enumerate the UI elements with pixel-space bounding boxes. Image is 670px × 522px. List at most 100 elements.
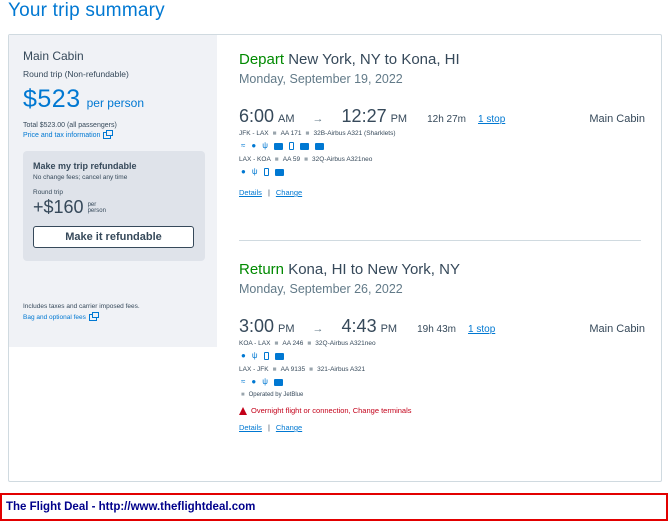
leg-aircraft: 32Q-Airbus A321neo xyxy=(312,156,373,163)
leg-info: JFK - LAX ■ AA 171 ■ 32B-Airbus A321 (Sharkl… xyxy=(239,130,649,137)
link-separator: | xyxy=(267,423,270,432)
depart-time: 6:00 xyxy=(239,106,275,126)
wifi-icon: ≈ xyxy=(241,377,246,386)
bullet-icon: ■ xyxy=(274,156,279,163)
depart-verb: Depart xyxy=(239,51,285,68)
sidebar-footer: Includes taxes and carrier imposed fees.… xyxy=(23,303,140,321)
depart-ampm: AM xyxy=(278,113,295,125)
entertainment-icon xyxy=(273,378,283,386)
amenities: ≈ ● ψ xyxy=(241,378,649,386)
operated-by: ■ Operated by JetBlue xyxy=(239,392,649,398)
price-tax-info-link[interactable]: Price and tax information xyxy=(23,130,203,139)
stops-link[interactable]: 1 stop xyxy=(478,114,505,125)
leg-flight: AA 9135 xyxy=(280,366,306,373)
power-outlet-icon: ● xyxy=(241,351,246,360)
total-price: $523 xyxy=(23,85,81,113)
refund-title: Make my trip refundable xyxy=(33,161,137,171)
leg-route: LAX - JFK xyxy=(239,366,269,373)
price-tax-info-label[interactable]: Price and tax information xyxy=(23,132,100,139)
details-link[interactable]: Details xyxy=(239,423,262,432)
bag-fees-label[interactable]: Bag and optional fees xyxy=(23,314,86,321)
usb-icon: ψ xyxy=(251,167,258,176)
arrow-right-icon: → xyxy=(312,323,324,335)
arrive-time: 4:43 xyxy=(341,316,377,336)
leg-route: KOA - LAX xyxy=(239,340,271,347)
amenities: ● ψ xyxy=(241,168,649,176)
make-refundable-button[interactable]: Make it refundable xyxy=(33,226,194,248)
return-times: 3:00 PM → 4:43 PM 19h 43m 1 stop Main Ca… xyxy=(239,316,649,337)
change-link[interactable]: Change xyxy=(276,423,302,432)
leg-aircraft: 32Q-Airbus A321neo xyxy=(315,340,376,347)
warning-icon xyxy=(239,406,247,415)
bullet-icon: ■ xyxy=(309,366,314,373)
link-separator: | xyxy=(267,188,270,197)
arrow-right-icon: → xyxy=(312,113,324,125)
leg-route: LAX - KOA xyxy=(239,156,271,163)
refundable-upsell: Make my trip refundable No change fees; … xyxy=(23,151,205,261)
cabin-title: Main Cabin xyxy=(23,49,84,63)
refund-price-row: +$160 per person xyxy=(33,197,195,218)
return-heading: Return Kona, HI to New York, NY xyxy=(239,261,649,278)
amenities: ● ψ xyxy=(241,352,649,360)
refund-person: person xyxy=(87,207,106,214)
trip-type: Round trip (Non-refundable) xyxy=(23,69,129,79)
depart-links: Details | Change xyxy=(239,188,649,197)
tv-icon xyxy=(299,142,309,150)
power-outlet-icon: ● xyxy=(241,167,246,176)
leg-info: LAX - JFK ■ AA 9135 ■ 321-Airbus A321 xyxy=(239,366,649,373)
cabin-class: Main Cabin xyxy=(589,113,645,125)
usb-icon: ψ xyxy=(262,377,268,386)
cabin-class: Main Cabin xyxy=(589,323,645,335)
details-link[interactable]: Details xyxy=(239,188,262,197)
usb-icon: ψ xyxy=(251,351,258,360)
overnight-warning: Overnight flight or connection, Change t… xyxy=(239,406,649,415)
leg-aircraft: 321-Airbus A321 xyxy=(317,366,366,373)
watermark-banner: The Flight Deal - http://www.theflightde… xyxy=(0,493,668,521)
refund-trip-type: Round trip xyxy=(33,189,63,196)
depart-ampm: PM xyxy=(278,323,295,335)
external-link-icon xyxy=(88,312,99,321)
leg-aircraft: 32B-Airbus A321 (Sharklets) xyxy=(313,130,396,137)
depart-time: 3:00 xyxy=(239,316,275,336)
warning-text: Overnight flight or connection, Change t… xyxy=(251,406,412,415)
depart-segment: Depart New York, NY to Kona, HI Monday, … xyxy=(239,51,649,197)
arrive-ampm: PM xyxy=(380,323,398,335)
taxes-note: Includes taxes and carrier imposed fees. xyxy=(23,303,140,310)
trip-summary-card: Main Cabin Round trip (Non-refundable) $… xyxy=(8,34,662,482)
depart-date: Monday, September 19, 2022 xyxy=(239,72,403,86)
duration: 12h 27m xyxy=(427,114,467,125)
streaming-device-icon xyxy=(263,168,269,176)
depart-times: 6:00 AM → 12:27 PM 12h 27m 1 stop Main C… xyxy=(239,106,649,127)
refund-subtitle: No change fees; cancel any time xyxy=(33,174,128,181)
return-route: Kona, HI to New York, NY xyxy=(288,261,460,278)
app-icon xyxy=(314,142,324,150)
leg-route: JFK - LAX xyxy=(239,130,269,137)
bag-fees-link[interactable]: Bag and optional fees xyxy=(23,312,140,321)
operated-by-label: Operated by JetBlue xyxy=(248,392,304,398)
watermark-text: The Flight Deal - http://www.theflightde… xyxy=(6,501,256,513)
bullet-icon: ■ xyxy=(307,340,312,347)
power-outlet-icon: ● xyxy=(251,377,257,386)
refund-price: +$160 xyxy=(33,197,84,217)
arrive-time: 12:27 xyxy=(341,106,387,126)
return-links: Details | Change xyxy=(239,423,649,432)
price-sidebar: Main Cabin Round trip (Non-refundable) $… xyxy=(9,35,217,347)
entertainment-icon xyxy=(273,142,283,150)
price-row: $523 per person xyxy=(23,85,203,114)
per-person-label: per person xyxy=(86,96,144,110)
segment-divider xyxy=(239,240,641,241)
depart-heading: Depart New York, NY to Kona, HI xyxy=(239,51,649,68)
stops-link[interactable]: 1 stop xyxy=(468,324,495,335)
change-link[interactable]: Change xyxy=(276,188,302,197)
refund-per-person: per person xyxy=(88,202,106,214)
amenities: ≈ ● ψ xyxy=(241,142,649,150)
wifi-icon: ≈ xyxy=(241,141,246,150)
itinerary: Depart New York, NY to Kona, HI Monday, … xyxy=(239,35,649,481)
tv-icon xyxy=(274,352,284,360)
bullet-icon: ■ xyxy=(304,156,309,163)
usb-icon: ψ xyxy=(262,141,268,150)
leg-flight: AA 59 xyxy=(282,156,301,163)
leg-info: LAX - KOA ■ AA 59 ■ 32Q-Airbus A321neo xyxy=(239,156,649,163)
bullet-icon: ■ xyxy=(272,366,277,373)
bullet-icon: ■ xyxy=(274,340,279,347)
